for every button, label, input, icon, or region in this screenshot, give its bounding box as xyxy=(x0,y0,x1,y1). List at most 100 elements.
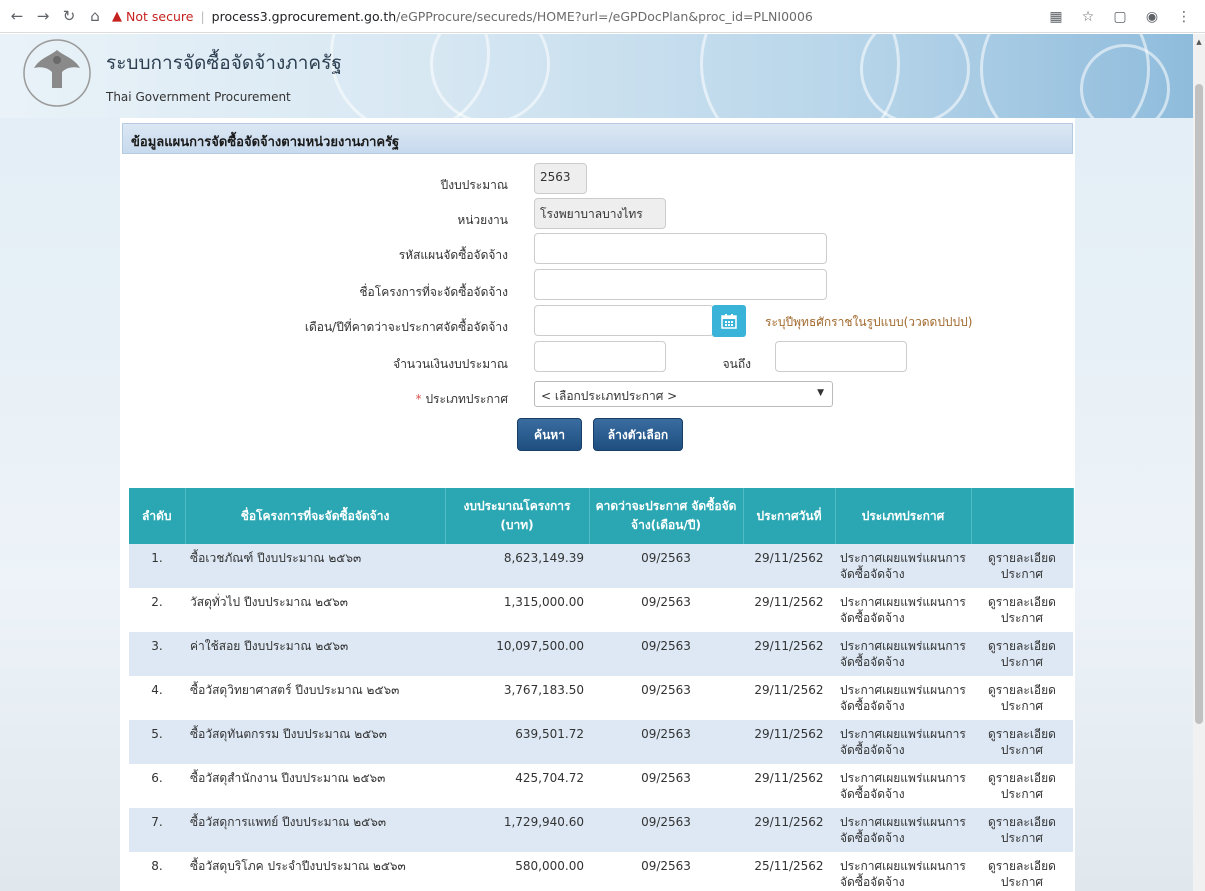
announce-date-cell: 25/11/2562 xyxy=(743,852,835,891)
view-details-link[interactable]: ดูรายละเอียดประกาศ xyxy=(971,720,1073,764)
table-header-row: ลำดับ ชื่อโครงการที่จะจัดซื้อจัดจ้าง งบป… xyxy=(129,488,1074,544)
announce-date-cell: 29/11/2562 xyxy=(743,808,835,852)
project-name-cell: ซื้อเวชภัณฑ์ ปีงบประมาณ ๒๕๖๓ xyxy=(185,544,445,588)
announce-month-label: เดือน/ปีที่คาดว่าจะประกาศจัดซื้อจัดจ้าง xyxy=(304,320,508,334)
section-title: ข้อมูลแผนการจัดซื้อจัดจ้างตามหน่วยงานภาค… xyxy=(122,123,1073,154)
table-row: 6. ซื้อวัสดุสำนักงาน ปีงบประมาณ ๒๕๖๓ 425,7… xyxy=(129,764,1073,808)
agency-label: หน่วยงาน xyxy=(457,213,508,227)
expected-date-cell: 09/2563 xyxy=(589,588,743,632)
budget-to-input[interactable] xyxy=(775,341,907,372)
view-details-link[interactable]: ดูรายละเอียดประกาศ xyxy=(971,764,1073,808)
col-header-project: ชื่อโครงการที่จะจัดซื้อจัดจ้าง xyxy=(185,488,446,544)
announce-type-cell: ประกาศเผยแพร่แผนการจัดซื้อจัดจ้าง xyxy=(835,544,971,588)
col-header-expected: คาดว่าจะประกาศ จัดซื้อจัดจ้าง(เดือน/ปี) xyxy=(589,488,744,544)
announce-type-cell: ประกาศเผยแพร่แผนการจัดซื้อจัดจ้าง xyxy=(835,632,971,676)
announce-type-label: * ประเภทประกาศ xyxy=(208,390,508,409)
garuda-logo xyxy=(23,39,91,107)
scroll-up-icon[interactable]: ▲ xyxy=(1195,38,1203,46)
expected-date-cell: 09/2563 xyxy=(589,632,743,676)
fiscal-year-field: 2563 xyxy=(534,163,587,194)
view-details-link[interactable]: ดูรายละเอียดประกาศ xyxy=(971,808,1073,852)
home-icon[interactable]: ⌂ xyxy=(84,5,106,27)
table-row: 2. วัสดุทั่วไป ปีงบประมาณ ๒๕๖๓ 1,315,000.0… xyxy=(129,588,1073,632)
address-bar[interactable]: ▲ Not secure | process3.gprocurement.go.… xyxy=(112,3,1112,29)
announce-type-cell: ประกาศเผยแพร่แผนการจัดซื้อจัดจ้าง xyxy=(835,852,971,891)
table-row: 4. ซื้อวัสดุวิทยาศาสตร์ ปีงบประมาณ ๒๕๖๓ 3,… xyxy=(129,676,1073,720)
scroll-thumb[interactable] xyxy=(1195,84,1203,724)
forward-icon[interactable]: → xyxy=(32,5,54,27)
table-row: 3. ค่าใช้สอย ปีงบประมาณ ๒๕๖๓ 10,097,500.00… xyxy=(129,632,1073,676)
budget-cell: 1,315,000.00 xyxy=(445,588,589,632)
budget-cell: 580,000.00 xyxy=(445,852,589,891)
calendar-button[interactable] xyxy=(712,305,746,337)
reload-icon[interactable]: ↻ xyxy=(58,5,80,27)
back-icon[interactable]: ← xyxy=(6,5,28,27)
search-button[interactable]: ค้นหา xyxy=(517,418,582,451)
announce-date-cell: 29/11/2562 xyxy=(743,720,835,764)
row-number: 5. xyxy=(129,720,185,764)
announce-date-cell: 29/11/2562 xyxy=(743,632,835,676)
announce-type-cell: ประกาศเผยแพร่แผนการจัดซื้อจัดจ้าง xyxy=(835,588,971,632)
bookmark-star-icon[interactable]: ☆ xyxy=(1077,6,1099,28)
row-number: 1. xyxy=(129,544,185,588)
project-name-cell: ซื้อวัสดุวิทยาศาสตร์ ปีงบประมาณ ๒๕๖๓ xyxy=(185,676,445,720)
announce-month-input[interactable] xyxy=(534,305,714,336)
browser-toolbar: ← → ↻ ⌂ ▲ Not secure | process3.gprocure… xyxy=(0,0,1205,33)
col-header-type: ประเภทประกาศ xyxy=(835,488,972,544)
date-format-hint: ระบุปีพุทธศักราชในรูปแบบ(ววดดปปปป) xyxy=(765,315,973,329)
dropdown-arrow-icon: ▼ xyxy=(817,388,824,398)
announce-type-cell: ประกาศเผยแพร่แผนการจัดซื้อจัดจ้าง xyxy=(835,764,971,808)
project-name-cell: ซื้อวัสดุบริโภค ประจำปีงบประมาณ ๒๕๖๓ xyxy=(185,852,445,891)
col-header-no: ลำดับ xyxy=(129,488,186,544)
table-row: 7. ซื้อวัสดุการแพทย์ ปีงบประมาณ ๒๕๖๓ 1,729… xyxy=(129,808,1073,852)
announce-type-selected: < เลือกประเภทประกาศ > xyxy=(541,389,678,403)
site-title-thai: ระบบการจัดซื้อจัดจ้างภาครัฐ xyxy=(106,52,342,74)
table-row: 8. ซื้อวัสดุบริโภค ประจำปีงบประมาณ ๒๕๖๓ 58… xyxy=(129,852,1073,891)
project-name-cell: วัสดุทั่วไป ปีงบประมาณ ๒๕๖๓ xyxy=(185,588,445,632)
budget-cell: 1,729,940.60 xyxy=(445,808,589,852)
profile-icon[interactable]: ◉ xyxy=(1141,6,1163,28)
announce-type-cell: ประกาศเผยแพร่แผนการจัดซื้อจัดจ้าง xyxy=(835,676,971,720)
left-background xyxy=(0,118,120,891)
announce-type-select[interactable]: < เลือกประเภทประกาศ > ▼ xyxy=(534,381,833,407)
budget-cell: 8,623,149.39 xyxy=(445,544,589,588)
budget-cell: 639,501.72 xyxy=(445,720,589,764)
translate-icon[interactable]: ▦ xyxy=(1045,6,1067,28)
project-name-label: ชื่อโครงการที่จะจัดซื้อจัดจ้าง xyxy=(359,285,508,299)
clear-button[interactable]: ล้างตัวเลือก xyxy=(593,418,683,451)
project-name-cell: ค่าใช้สอย ปีงบประมาณ ๒๕๖๓ xyxy=(185,632,445,676)
budget-cell: 3,767,183.50 xyxy=(445,676,589,720)
view-details-link[interactable]: ดูรายละเอียดประกาศ xyxy=(971,544,1073,588)
announce-type-cell: ประกาศเผยแพร่แผนการจัดซื้อจัดจ้าง xyxy=(835,720,971,764)
expected-date-cell: 09/2563 xyxy=(589,852,743,891)
expected-date-cell: 09/2563 xyxy=(589,676,743,720)
menu-dots-icon[interactable]: ⋮ xyxy=(1173,6,1195,28)
not-secure-label: Not secure xyxy=(126,8,194,24)
budget-cell: 10,097,500.00 xyxy=(445,632,589,676)
extension-icon[interactable]: ▢ xyxy=(1109,6,1131,28)
plan-code-input[interactable] xyxy=(534,233,827,264)
calendar-icon xyxy=(721,314,737,329)
project-name-cell: ซื้อวัสดุทันตกรรม ปีงบประมาณ ๒๕๖๓ xyxy=(185,720,445,764)
view-details-link[interactable]: ดูรายละเอียดประกาศ xyxy=(971,852,1073,891)
row-number: 7. xyxy=(129,808,185,852)
vertical-scrollbar[interactable]: ▲ ▼ xyxy=(1193,34,1205,891)
view-details-link[interactable]: ดูรายละเอียดประกาศ xyxy=(971,676,1073,720)
table-row: 1. ซื้อเวชภัณฑ์ ปีงบประมาณ ๒๕๖๓ 8,623,149.… xyxy=(129,544,1073,588)
expected-date-cell: 09/2563 xyxy=(589,764,743,808)
view-details-link[interactable]: ดูรายละเอียดประกาศ xyxy=(971,632,1073,676)
row-number: 6. xyxy=(129,764,185,808)
expected-date-cell: 09/2563 xyxy=(589,544,743,588)
announce-date-cell: 29/11/2562 xyxy=(743,764,835,808)
expected-date-cell: 09/2563 xyxy=(589,808,743,852)
project-name-cell: ซื้อวัสดุการแพทย์ ปีงบประมาณ ๒๕๖๓ xyxy=(185,808,445,852)
row-number: 2. xyxy=(129,588,185,632)
table-row: 5. ซื้อวัสดุทันตกรรม ปีงบประมาณ ๒๕๖๓ 639,5… xyxy=(129,720,1073,764)
announce-type-label-text: ประเภทประกาศ xyxy=(425,392,508,406)
project-name-input[interactable] xyxy=(534,269,827,300)
view-details-link[interactable]: ดูรายละเอียดประกาศ xyxy=(971,588,1073,632)
url-host: process3.gprocurement.go.th xyxy=(211,8,397,24)
agency-field: โรงพยาบาลบางไทร xyxy=(534,198,666,229)
site-title-english: Thai Government Procurement xyxy=(106,90,291,104)
announce-date-cell: 29/11/2562 xyxy=(743,676,835,720)
